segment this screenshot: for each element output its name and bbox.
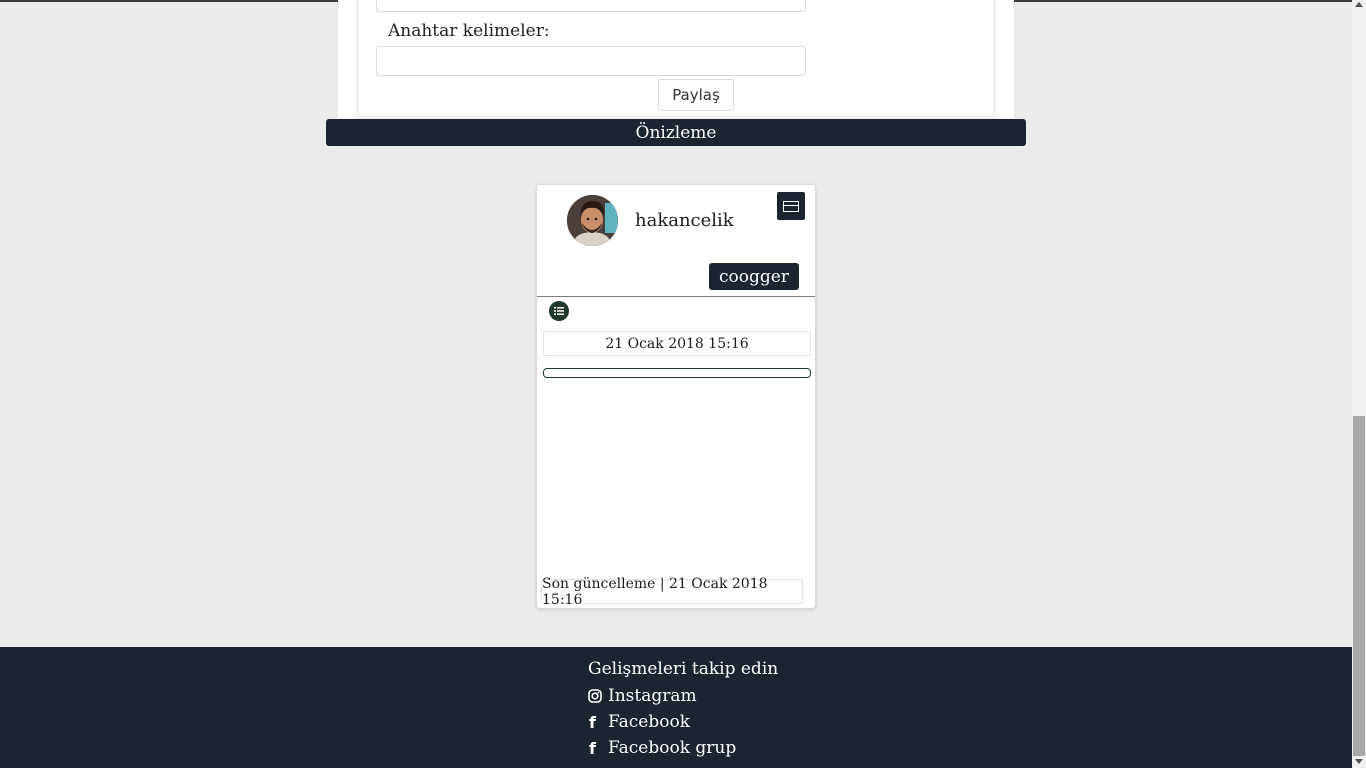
- post-preview-card: hakancelik coogger 21 Ocak 2018 15:16 So…: [536, 184, 816, 609]
- username[interactable]: hakancelik: [635, 210, 734, 231]
- card-divider: [537, 296, 815, 297]
- facebook-icon: f: [589, 738, 596, 758]
- post-form-panel: Anahtar kelimeler: Paylaş: [338, 0, 1014, 118]
- keywords-input[interactable]: [376, 46, 806, 76]
- scroll-down-arrow-icon[interactable]: [1355, 759, 1363, 764]
- facebook-icon: f: [589, 712, 596, 732]
- preview-header: Önizleme: [326, 119, 1026, 146]
- scroll-up-arrow-icon[interactable]: [1355, 2, 1363, 7]
- avatar[interactable]: [567, 195, 618, 246]
- tag-button[interactable]: coogger: [709, 263, 799, 290]
- list-icon[interactable]: [549, 301, 569, 321]
- footer: Gelişmeleri takip edin Instagram f Faceb…: [0, 647, 1352, 768]
- post-form-inner: Anahtar kelimeler: Paylaş: [357, 0, 995, 117]
- last-updated: Son güncelleme | 21 Ocak 2018 15:16: [541, 576, 803, 608]
- instagram-icon: [588, 689, 608, 703]
- footer-link-facebook[interactable]: f Facebook: [588, 712, 690, 732]
- footer-link-label: Instagram: [608, 686, 697, 706]
- footer-link-label: Facebook grup: [608, 738, 737, 758]
- card-menu-button[interactable]: [777, 192, 805, 220]
- vertical-scrollbar[interactable]: [1352, 0, 1366, 768]
- keywords-label: Anahtar kelimeler:: [388, 21, 550, 41]
- post-content: [543, 368, 811, 378]
- scrollbar-thumb[interactable]: [1353, 416, 1365, 756]
- footer-title: Gelişmeleri takip edin: [588, 659, 779, 679]
- footer-link-facebook-group[interactable]: f Facebook grup: [588, 738, 736, 758]
- share-button[interactable]: Paylaş: [658, 79, 734, 111]
- post-date: 21 Ocak 2018 15:16: [543, 331, 811, 356]
- footer-link-instagram[interactable]: Instagram: [588, 686, 697, 706]
- menu-icon: [783, 200, 799, 212]
- previous-field[interactable]: [376, 0, 806, 12]
- footer-link-label: Facebook: [608, 712, 691, 732]
